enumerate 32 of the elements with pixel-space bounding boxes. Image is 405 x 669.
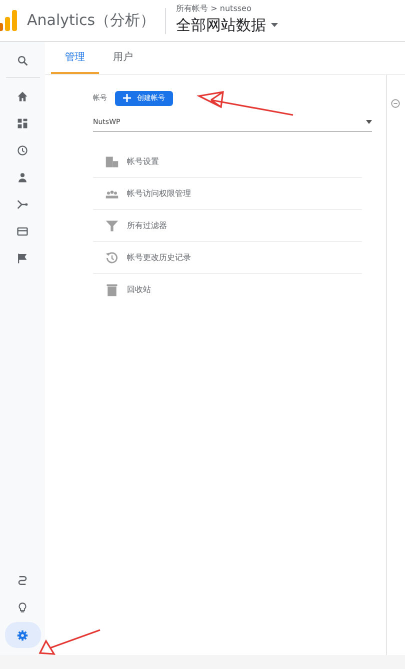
plus-icon [123, 94, 131, 102]
card-icon [17, 226, 28, 236]
lightbulb-icon [17, 602, 28, 612]
admin-menu-item[interactable]: 回收站 [93, 274, 362, 306]
admin-menu-item[interactable]: 帐号访问权限管理 [93, 178, 362, 210]
clock-icon [17, 144, 28, 156]
branch-icon [17, 198, 28, 210]
dropdown-caret-icon [366, 120, 372, 124]
tab[interactable]: 用户 [99, 42, 147, 74]
settings-icon [17, 630, 28, 640]
property-selector[interactable]: 全部网站数据 [176, 16, 278, 34]
flag-icon [17, 252, 28, 264]
admin-menu-item[interactable]: 所有过滤器 [93, 210, 362, 242]
admin-menu-item[interactable]: 帐号设置 [93, 146, 362, 178]
dropdown-caret-icon [270, 23, 278, 28]
person-icon [17, 172, 28, 182]
home-icon [17, 90, 28, 102]
annotation-arrow [38, 628, 102, 656]
search-icon [17, 54, 28, 66]
history-icon [105, 250, 119, 264]
account-breadcrumb[interactable]: 所有帐号 > nutsseo [176, 4, 278, 12]
collapse-icon[interactable] [391, 99, 400, 108]
product-name: Analytics（分析） [27, 10, 156, 32]
route-icon [17, 574, 28, 586]
dashboard-icon [17, 118, 28, 128]
sidebar-nav-button[interactable] [4, 622, 40, 648]
building-icon [105, 154, 119, 168]
admin-menu-item[interactable]: 帐号更改历史记录 [93, 242, 362, 274]
trash-icon [105, 283, 119, 297]
filter-icon [105, 218, 119, 232]
analytics-logo-icon [0, 10, 18, 32]
tab[interactable]: 管理 [51, 42, 99, 74]
